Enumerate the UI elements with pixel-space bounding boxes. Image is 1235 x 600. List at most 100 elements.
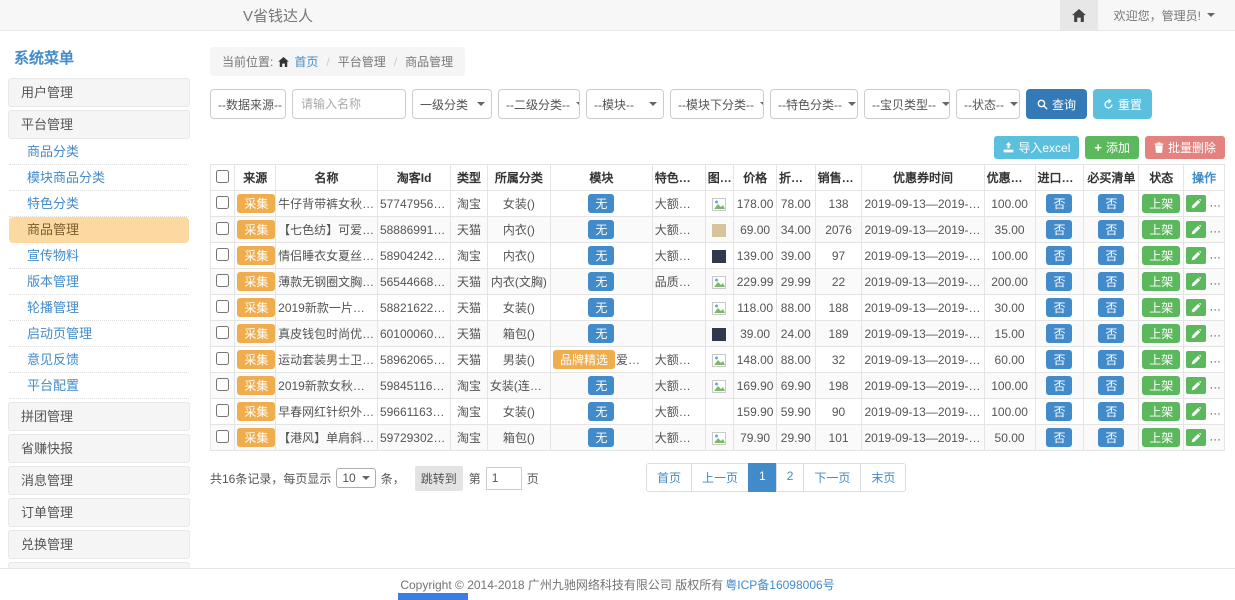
sidebar-item[interactable]: 启动页管理 — [9, 321, 189, 347]
search-button[interactable]: 查询 — [1026, 89, 1087, 119]
page-button[interactable]: 首页 — [646, 463, 692, 492]
page-button[interactable]: 1 — [748, 463, 777, 492]
row-checkbox[interactable] — [216, 222, 229, 235]
sidebar-item[interactable]: 商品管理 — [9, 217, 189, 243]
sidebar-item[interactable]: 宣传物料 — [9, 243, 189, 269]
edit-button[interactable] — [1186, 273, 1206, 290]
filter-select[interactable]: --数据来源-- — [210, 89, 286, 119]
import-select-badge[interactable]: 否 — [1046, 220, 1072, 239]
page-button[interactable]: 下一页 — [803, 463, 861, 492]
sidebar-item[interactable]: 特色分类 — [9, 191, 189, 217]
breadcrumb-home-link[interactable]: 首页 — [294, 53, 318, 70]
status-badge[interactable]: 上架 — [1142, 246, 1180, 265]
row-checkbox[interactable] — [216, 196, 229, 209]
row-checkbox[interactable] — [216, 352, 229, 365]
status-badge[interactable]: 上架 — [1142, 402, 1180, 421]
import-select-badge[interactable]: 否 — [1046, 246, 1072, 265]
status-badge[interactable]: 上架 — [1142, 220, 1180, 239]
import-select-badge[interactable]: 否 — [1046, 350, 1072, 369]
sidebar-item[interactable]: 商品分类 — [9, 139, 189, 165]
sidebar-item[interactable]: 兑换管理 — [8, 530, 190, 559]
jump-button[interactable]: 跳转到 — [415, 466, 463, 491]
row-checkbox[interactable] — [216, 378, 229, 391]
status-badge[interactable]: 上架 — [1142, 298, 1180, 317]
row-checkbox[interactable] — [216, 326, 229, 339]
discount-price-cell: 29.99 — [776, 269, 815, 295]
must-buy-badge[interactable]: 否 — [1098, 402, 1124, 421]
batch-delete-button[interactable]: 批量删除 — [1145, 136, 1225, 159]
row-checkbox[interactable] — [216, 300, 229, 313]
sidebar-item[interactable]: 省赚快报 — [8, 434, 190, 463]
filter-select[interactable]: --宝贝类型-- — [864, 89, 950, 119]
must-buy-badge[interactable]: 否 — [1098, 350, 1124, 369]
edit-button[interactable] — [1186, 221, 1206, 238]
source-cell: 采集 — [235, 269, 276, 295]
edit-button[interactable] — [1186, 403, 1206, 420]
must-buy-badge[interactable]: 否 — [1098, 376, 1124, 395]
sidebar-item[interactable]: 模块商品分类 — [9, 165, 189, 191]
filter-select[interactable]: --模块-- — [586, 89, 664, 119]
import-select-badge[interactable]: 否 — [1046, 194, 1072, 213]
per-page-select[interactable]: 10 — [336, 468, 375, 488]
sidebar-item[interactable]: 版本管理 — [9, 269, 189, 295]
status-badge[interactable]: 上架 — [1142, 194, 1180, 213]
must-buy-badge[interactable]: 否 — [1098, 298, 1124, 317]
sidebar-item[interactable]: 消息管理 — [8, 466, 190, 495]
sidebar-item[interactable]: 拼团管理 — [8, 402, 190, 431]
filter-select[interactable]: --模块下分类-- — [670, 89, 764, 119]
import-excel-button[interactable]: 导入excel — [994, 136, 1079, 159]
status-badge[interactable]: 上架 — [1142, 350, 1180, 369]
must-buy-badge[interactable]: 否 — [1098, 246, 1124, 265]
status-badge[interactable]: 上架 — [1142, 428, 1180, 447]
import-select-badge[interactable]: 否 — [1046, 402, 1072, 421]
import-select-badge[interactable]: 否 — [1046, 324, 1072, 343]
filter-select[interactable]: 一级分类 — [412, 89, 492, 119]
edit-button[interactable] — [1186, 195, 1206, 212]
sidebar-item[interactable]: 轮播管理 — [9, 295, 189, 321]
reset-button[interactable]: 重置 — [1093, 89, 1152, 119]
page-button[interactable]: 上一页 — [691, 463, 749, 492]
filter-select[interactable]: --特色分类-- — [770, 89, 858, 119]
must-buy-badge[interactable]: 否 — [1098, 428, 1124, 447]
import-select-badge[interactable]: 否 — [1046, 376, 1072, 395]
icp-link[interactable]: 粤ICP备16098006号 — [725, 576, 834, 593]
source-cell: 采集 — [235, 217, 276, 243]
source-cell: 采集 — [235, 321, 276, 347]
row-checkbox[interactable] — [216, 430, 229, 443]
import-select-badge[interactable]: 否 — [1046, 272, 1072, 291]
status-badge[interactable]: 上架 — [1142, 272, 1180, 291]
filter-select[interactable]: --状态-- — [956, 89, 1020, 119]
must-buy-badge[interactable]: 否 — [1098, 324, 1124, 343]
page-button[interactable]: 末页 — [860, 463, 906, 492]
sidebar-item[interactable]: 用户管理 — [8, 78, 190, 107]
edit-button[interactable] — [1186, 351, 1206, 368]
page-number-input[interactable] — [486, 467, 522, 490]
status-badge[interactable]: 上架 — [1142, 376, 1180, 395]
must-buy-badge[interactable]: 否 — [1098, 272, 1124, 291]
select-all-checkbox[interactable] — [216, 170, 229, 183]
import-select-badge[interactable]: 否 — [1046, 428, 1072, 447]
edit-button[interactable] — [1186, 377, 1206, 394]
ops-cell — [1184, 347, 1225, 373]
name-search-input[interactable] — [292, 89, 406, 119]
edit-button[interactable] — [1186, 299, 1206, 316]
row-checkbox[interactable] — [216, 404, 229, 417]
filter-select[interactable]: --二级分类-- — [498, 89, 580, 119]
must-buy-badge[interactable]: 否 — [1098, 194, 1124, 213]
home-icon[interactable] — [1060, 0, 1098, 30]
user-menu[interactable]: 欢迎您，管理员! — [1114, 7, 1215, 24]
edit-button[interactable] — [1186, 429, 1206, 446]
page-button[interactable]: 2 — [776, 463, 805, 492]
edit-button[interactable] — [1186, 325, 1206, 342]
sidebar-item[interactable]: 平台配置 — [9, 373, 189, 399]
status-badge[interactable]: 上架 — [1142, 324, 1180, 343]
row-checkbox[interactable] — [216, 248, 229, 261]
edit-button[interactable] — [1186, 247, 1206, 264]
row-checkbox[interactable] — [216, 274, 229, 287]
sidebar-item[interactable]: 意见反馈 — [9, 347, 189, 373]
sidebar-item[interactable]: 平台管理 — [8, 110, 190, 139]
add-button[interactable]: + 添加 — [1085, 136, 1139, 159]
import-select-badge[interactable]: 否 — [1046, 298, 1072, 317]
must-buy-badge[interactable]: 否 — [1098, 220, 1124, 239]
sidebar-item[interactable]: 订单管理 — [8, 498, 190, 527]
